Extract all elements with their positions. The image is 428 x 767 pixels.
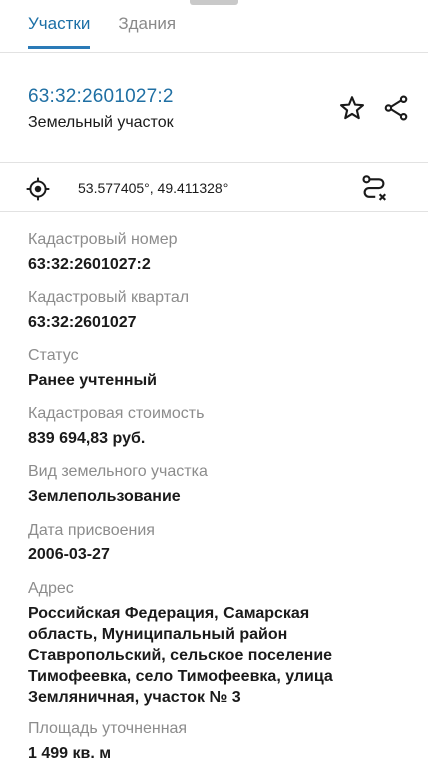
- cadastral-details-panel: Участки Здания 63:32:2601027:2 Земельный…: [0, 0, 428, 767]
- cadastral-cost-value: 839 694,83 руб.: [28, 430, 146, 447]
- assignment-date-label: Дата присвоения: [28, 522, 155, 539]
- assignment-date-value: 2006-03-27: [28, 546, 110, 563]
- land-type-value: Землепользование: [28, 488, 181, 505]
- address-line: Ставропольский, сельское поселение: [28, 647, 333, 664]
- address-line: Российская Федерация, Самарская: [28, 605, 310, 622]
- cadastral-number-value: 63:32:2601027:2: [28, 256, 151, 273]
- coordinates-text: 53.577405°, 49.411328°: [78, 180, 229, 196]
- tab-buildings[interactable]: Здания: [118, 0, 176, 52]
- address-line: Земляничная, участок № 3: [28, 689, 241, 706]
- status-value: Ранее учтенный: [28, 372, 158, 389]
- refined-area-value: 1 499 кв. м: [28, 745, 112, 762]
- tab-parcels-label: Участки: [28, 14, 91, 33]
- land-type-label: Вид земельного участка: [28, 463, 208, 480]
- address-line: Тимофеевка, село Тимофеевка, улица: [28, 668, 333, 685]
- object-type-label: Земельный участок: [28, 114, 174, 131]
- coords-divider: [0, 211, 428, 212]
- tab-buildings-label: Здания: [118, 14, 177, 33]
- cadastral-cost-label: Кадастровая стоимость: [28, 405, 205, 422]
- status-label: Статус: [28, 347, 79, 364]
- tab-bar: Участки Здания: [0, 0, 428, 52]
- address-value: Российская Федерация, Самарская область,…: [28, 603, 378, 708]
- share-icon[interactable]: [380, 92, 412, 124]
- header-divider: [0, 162, 428, 163]
- cadastral-number-label: Кадастровый номер: [28, 231, 178, 248]
- cadastral-number-link[interactable]: 63:32:2601027:2: [28, 86, 174, 108]
- tab-parcels[interactable]: Участки: [28, 0, 91, 52]
- cadastral-quarter-value: 63:32:2601027: [28, 314, 137, 331]
- refined-area-label: Площадь уточненная: [28, 720, 188, 737]
- cadastral-quarter-label: Кадастровый квартал: [28, 289, 190, 306]
- route-icon[interactable]: [358, 172, 390, 204]
- tabs-divider: [0, 52, 428, 53]
- star-icon[interactable]: [336, 92, 368, 124]
- crosshair-icon[interactable]: [22, 173, 54, 205]
- address-line: область, Муниципальный район: [28, 626, 288, 643]
- active-tab-indicator: [28, 46, 91, 49]
- address-label: Адрес: [28, 580, 74, 597]
